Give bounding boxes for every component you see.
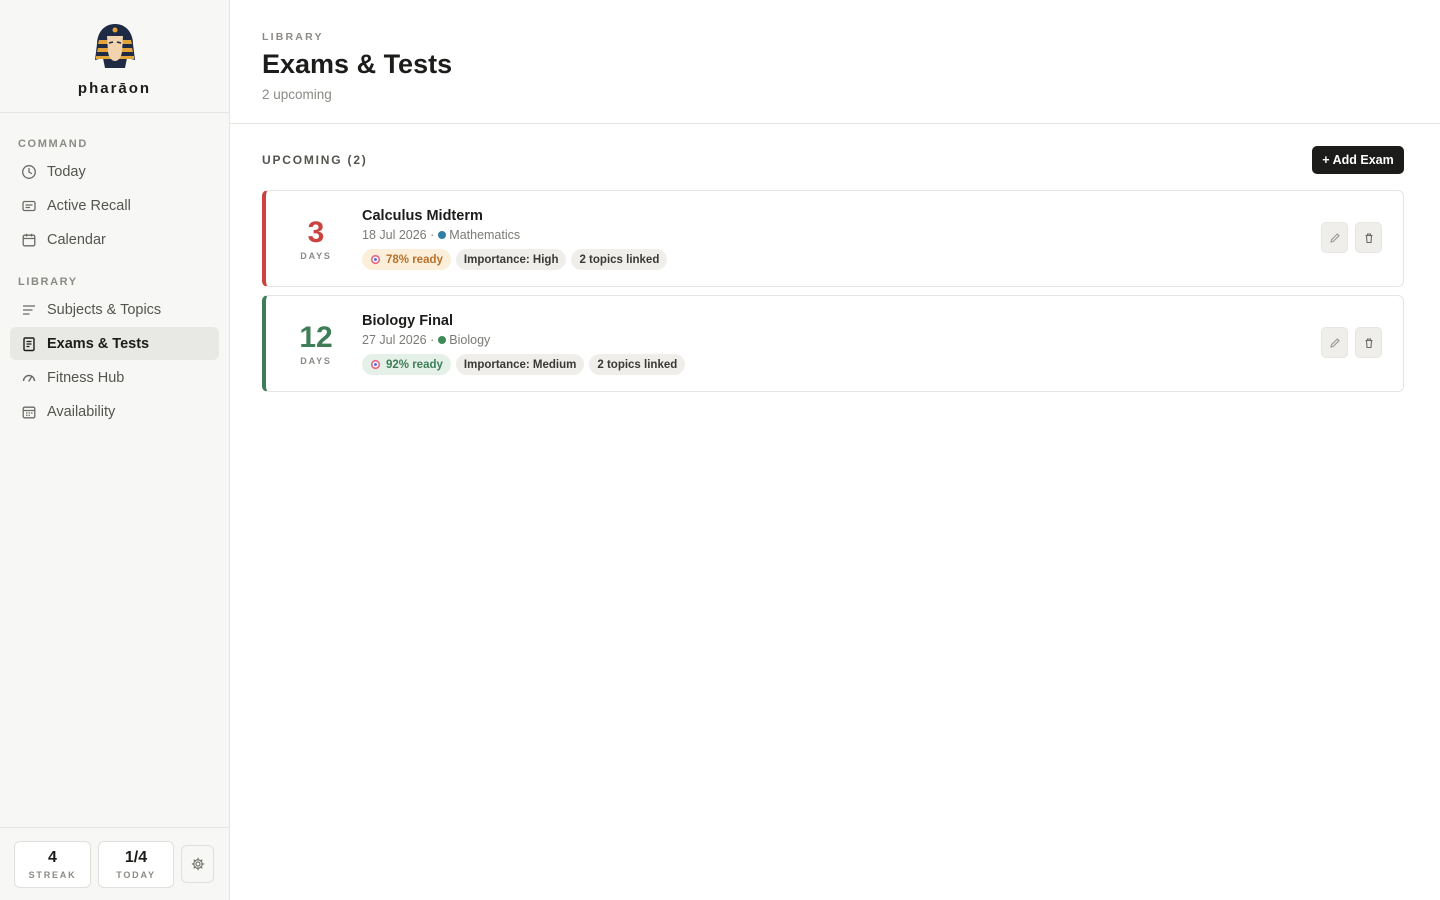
- brand-name: pharāon: [77, 80, 152, 97]
- sidebar-item-active-recall[interactable]: Active Recall: [10, 189, 219, 222]
- streak-label: STREAK: [28, 870, 77, 880]
- trash-icon: [1365, 232, 1372, 243]
- exam-meta: 18 Jul 2026 · Mathematics: [362, 228, 520, 242]
- readiness-badge: 78% ready: [362, 249, 451, 270]
- today-label: TODAY: [116, 870, 156, 880]
- sidebar-item-label: Active Recall: [47, 197, 131, 214]
- delete-button[interactable]: [1355, 222, 1382, 253]
- exam-card[interactable]: 3 DAYS Calculus Midterm 18 Jul 2026 · Ma…: [262, 190, 1404, 287]
- target-icon: [370, 359, 381, 370]
- sidebar-item-label: Availability: [47, 403, 116, 420]
- exam-tags: 78% ready Importance: High 2 topics link…: [362, 249, 668, 270]
- sidebar-item-calendar[interactable]: Calendar: [10, 223, 219, 256]
- sidebar: pharāon COMMAND Today Active Recall Cale…: [0, 0, 230, 900]
- exam-date: 27 Jul 2026 ·: [362, 333, 435, 347]
- sidebar-item-exams-tests[interactable]: Exams & Tests: [10, 327, 219, 360]
- importance-badge: Importance: High: [455, 249, 567, 270]
- sidebar-item-label: Today: [47, 163, 86, 180]
- breadcrumb: LIBRARY: [262, 31, 324, 43]
- streak-value: 4: [48, 849, 57, 866]
- edit-button[interactable]: [1321, 327, 1348, 358]
- sidebar-item-today[interactable]: Today: [10, 155, 219, 188]
- clock-icon: [21, 164, 37, 180]
- pencil-icon: [1329, 337, 1340, 348]
- exam-subject: Biology: [449, 333, 491, 347]
- streak-stat: 4 STREAK: [14, 841, 91, 888]
- edit-button[interactable]: [1321, 222, 1348, 253]
- main-content: LIBRARY Exams & Tests 2 upcoming UPCOMIN…: [230, 0, 1440, 900]
- exam-tags: 92% ready Importance: Medium 2 topics li…: [362, 354, 686, 375]
- gauge-icon: [21, 370, 37, 386]
- today-stat: 1/4 TODAY: [98, 841, 174, 888]
- sidebar-item-subjects-topics[interactable]: Subjects & Topics: [10, 293, 219, 326]
- countdown-unit: DAYS: [300, 355, 332, 366]
- countdown: 3 DAYS: [266, 191, 366, 286]
- subject-color-dot: [438, 336, 447, 344]
- trash-icon: [1365, 337, 1372, 348]
- exam-title: Biology Final: [362, 313, 454, 329]
- upcoming-section-label: UPCOMING (2): [262, 153, 368, 167]
- sidebar-item-label: Calendar: [47, 231, 106, 248]
- card-icon: [21, 198, 37, 214]
- pencil-icon: [1329, 232, 1340, 243]
- nav-section-command: COMMAND: [18, 138, 88, 150]
- countdown-unit: DAYS: [300, 250, 332, 261]
- brand: pharāon: [0, 0, 229, 113]
- today-value: 1/4: [124, 849, 148, 866]
- readiness-badge: 92% ready: [362, 354, 451, 375]
- page-header: LIBRARY Exams & Tests 2 upcoming: [230, 0, 1440, 124]
- importance-badge: Importance: Medium: [455, 354, 585, 375]
- page-title: Exams & Tests: [262, 49, 453, 79]
- settings-button[interactable]: [181, 845, 214, 883]
- gear-icon: [191, 857, 204, 871]
- readiness-text: 92% ready: [386, 358, 443, 371]
- topics-badge: 2 topics linked: [571, 249, 668, 270]
- topics-badge: 2 topics linked: [589, 354, 686, 375]
- pharaoh-logo-icon: [94, 24, 135, 68]
- sidebar-item-availability[interactable]: Availability: [10, 395, 219, 428]
- sidebar-item-label: Exams & Tests: [47, 335, 150, 352]
- sidebar-item-label: Subjects & Topics: [47, 301, 162, 318]
- page-subtitle: 2 upcoming: [262, 87, 332, 102]
- nav-section-library: LIBRARY: [18, 276, 78, 288]
- exam-meta: 27 Jul 2026 · Biology: [362, 333, 490, 347]
- countdown-days: 3: [307, 215, 325, 249]
- countdown: 12 DAYS: [266, 296, 366, 391]
- exam-title: Calculus Midterm: [362, 208, 483, 224]
- subject-color-dot: [438, 231, 447, 239]
- lines-icon: [21, 302, 37, 318]
- target-icon: [370, 254, 381, 265]
- sidebar-item-label: Fitness Hub: [47, 369, 125, 386]
- exam-date: 18 Jul 2026 ·: [362, 228, 435, 242]
- exam-subject: Mathematics: [449, 228, 521, 242]
- exam-card[interactable]: 12 DAYS Biology Final 27 Jul 2026 · Biol…: [262, 295, 1404, 392]
- countdown-days: 12: [299, 320, 333, 354]
- readiness-text: 78% ready: [386, 253, 443, 266]
- calendar-grid-icon: [21, 404, 37, 420]
- add-exam-button[interactable]: + Add Exam: [1312, 146, 1404, 174]
- sidebar-item-fitness-hub[interactable]: Fitness Hub: [10, 361, 219, 394]
- clipboard-icon: [21, 336, 37, 352]
- delete-button[interactable]: [1355, 327, 1382, 358]
- sidebar-footer: 4 STREAK 1/4 TODAY: [0, 827, 230, 900]
- calendar-icon: [21, 232, 37, 248]
